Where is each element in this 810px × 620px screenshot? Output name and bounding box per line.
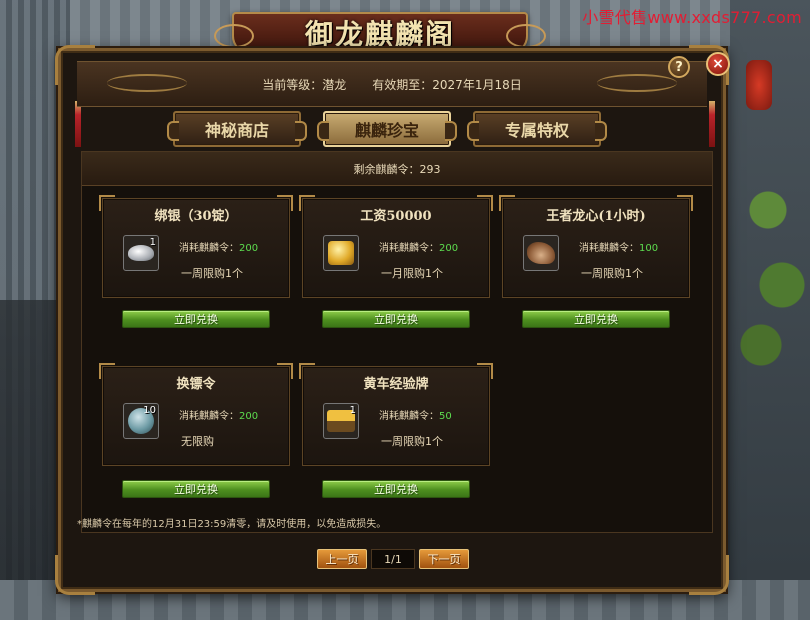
item-name: 工资50000 <box>360 209 432 224</box>
cost-label: 消耗麒麟令： <box>179 243 239 254</box>
item-name: 黄车经验牌 <box>363 377 429 392</box>
item-cost: 消耗麒麟令：50 <box>379 407 452 422</box>
item-limit: 无限购 <box>181 435 214 448</box>
redeem-button[interactable]: 立即兑换 <box>522 310 670 328</box>
item-icon-slot[interactable]: 1 <box>323 403 359 439</box>
cost-value: 50 <box>439 411 452 422</box>
tab-qilin-treasures[interactable]: 麒麟珍宝 <box>317 111 457 147</box>
current-level: 当前等级：潜龙 <box>262 77 347 92</box>
help-button[interactable]: ? <box>668 56 690 78</box>
tab-exclusive-privileges[interactable]: 专属特权 <box>467 111 607 147</box>
cost-value: 200 <box>239 411 259 422</box>
item-icon-slot[interactable] <box>523 235 559 271</box>
cost-label: 消耗麒麟令： <box>579 243 639 254</box>
redeem-button[interactable]: 立即兑换 <box>322 310 470 328</box>
item-quantity: 10 <box>143 405 156 416</box>
cost-value: 100 <box>639 243 659 254</box>
item-name: 绑银（30锭） <box>154 209 238 224</box>
corner-ornament-icon <box>689 555 729 595</box>
item-limit: 一周限购1个 <box>181 267 243 280</box>
cloud-ornament-icon <box>597 74 677 92</box>
redeem-button[interactable]: 立即兑换 <box>122 480 270 498</box>
item-card: 换镖令 10 消耗麒麟令：200 无限购 <box>99 363 293 466</box>
tab-bar: 神秘商店 麒麟珍宝 专属特权 <box>167 111 607 147</box>
item-cost: 消耗麒麟令：200 <box>179 407 258 422</box>
gold-coins-icon <box>328 241 354 265</box>
expiry-date: 有效期至：2027年1月18日 <box>372 77 522 92</box>
header-band: 当前等级：潜龙 有效期至：2027年1月18日 <box>77 61 707 107</box>
background-shadow-left <box>0 300 60 620</box>
tassel-right-icon <box>709 101 715 147</box>
watermark-text: 小雪代售www.xxds777.com <box>582 8 802 27</box>
tassel-left-icon <box>75 101 81 147</box>
item-card: 绑银（30锭） 1 消耗麒麟令：200 一周限购1个 <box>99 195 293 298</box>
tab-mystery-shop[interactable]: 神秘商店 <box>167 111 307 147</box>
dragon-heart-icon <box>527 242 555 264</box>
item-card: 黄车经验牌 1 消耗麒麟令：50 一周限购1个 <box>299 363 493 466</box>
item-cost: 消耗麒麟令：200 <box>179 239 258 254</box>
item-quantity: 1 <box>349 405 356 416</box>
cost-value: 200 <box>439 243 459 254</box>
reset-notice: *麒麟令在每年的12月31日23:59清零，请及时使用，以免造成损失。 <box>77 519 387 530</box>
cost-label: 消耗麒麟令： <box>179 411 239 422</box>
cost-value: 200 <box>239 243 259 254</box>
page-indicator: 1/1 <box>371 549 415 569</box>
redeem-button[interactable]: 立即兑换 <box>122 310 270 328</box>
pagination: 上一页 1/1 下一页 <box>317 549 469 569</box>
background-tree <box>740 120 810 420</box>
remaining-tokens-bar: 剩余麒麟令：293 <box>82 152 712 186</box>
cost-label: 消耗麒麟令： <box>379 411 439 422</box>
close-button[interactable]: × <box>706 52 730 76</box>
item-name: 王者龙心(1小时) <box>546 209 646 224</box>
main-panel: 当前等级：潜龙 有效期至：2027年1月18日 神秘商店 麒麟珍宝 专属特权 剩… <box>55 45 729 595</box>
item-limit: 一周限购1个 <box>381 435 443 448</box>
item-card: 工资50000 消耗麒麟令：200 一月限购1个 <box>299 195 493 298</box>
item-quantity: 1 <box>149 237 156 248</box>
red-lantern-icon <box>746 60 772 110</box>
item-limit: 一周限购1个 <box>581 267 643 280</box>
window-title: 御龙麒麟阁 <box>304 18 455 51</box>
item-limit: 一月限购1个 <box>381 267 443 280</box>
item-icon-slot[interactable]: 1 <box>123 235 159 271</box>
cloud-ornament-icon <box>107 74 187 92</box>
item-name: 换镖令 <box>176 377 216 392</box>
item-cost: 消耗麒麟令：200 <box>379 239 458 254</box>
remaining-tokens: 剩余麒麟令：293 <box>353 162 441 176</box>
prev-page-button[interactable]: 上一页 <box>317 549 367 569</box>
next-page-button[interactable]: 下一页 <box>419 549 469 569</box>
item-icon-slot[interactable]: 10 <box>123 403 159 439</box>
cost-label: 消耗麒麟令： <box>379 243 439 254</box>
item-icon-slot[interactable] <box>323 235 359 271</box>
item-cost: 消耗麒麟令：100 <box>579 239 658 254</box>
item-card: 王者龙心(1小时) 消耗麒麟令：100 一周限购1个 <box>499 195 693 298</box>
corner-ornament-icon <box>55 555 95 595</box>
redeem-button[interactable]: 立即兑换 <box>322 480 470 498</box>
treasure-content: 剩余麒麟令：293 绑银（30锭） 1 消耗麒麟令：200 一周限购1个 立即兑… <box>81 151 713 533</box>
